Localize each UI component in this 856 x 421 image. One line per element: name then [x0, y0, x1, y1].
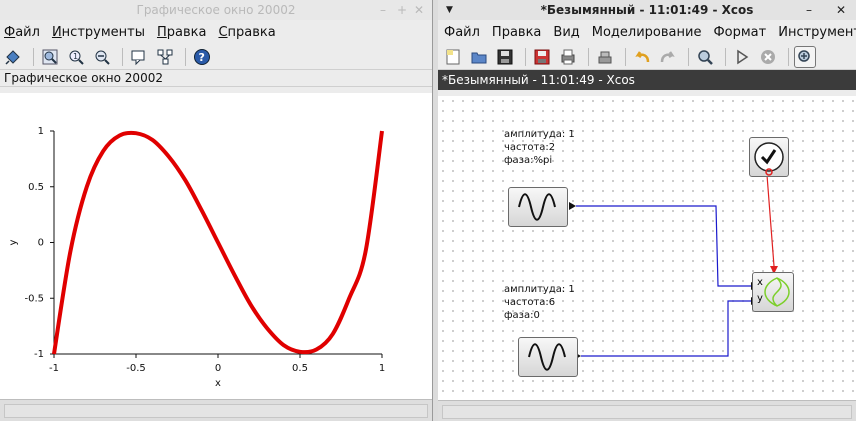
undo-arrow-icon[interactable]: [631, 46, 653, 68]
gen1-params: амплитуда: 1 частота:2 фаза:%pi: [504, 128, 575, 167]
y-tick-label: -0.5: [24, 293, 44, 304]
plot-area[interactable]: -1 -0.5 0 0.5 1 -1 -0.5 0 0.5 1 x y: [0, 93, 432, 399]
status-bar: [438, 400, 856, 421]
gen1-amplitude: амплитуда: 1: [504, 129, 575, 140]
menu-tools[interactable]: Инструменты: [52, 25, 145, 40]
zoom-out-icon[interactable]: [91, 46, 113, 68]
gen2-phase: фаза:0: [504, 310, 540, 321]
sine-generator-block-2[interactable]: [518, 337, 578, 377]
graphic-window-label: Графическое окно 20002: [0, 70, 432, 87]
link-gen2-to-scope-y: [581, 300, 751, 357]
stop-icon[interactable]: [757, 46, 779, 68]
help-icon[interactable]: ?: [191, 46, 213, 68]
series-line: [52, 130, 384, 355]
gen1-phase: фаза:%pi: [504, 155, 553, 166]
open-icon[interactable]: [468, 46, 490, 68]
window-title: *Безымянный - 11:01:49 - Xcos: [540, 3, 754, 17]
event-link: [766, 174, 775, 267]
graphic-window: Графическое окно 20002 – + ✕ Файл Инстру…: [0, 0, 433, 421]
xcos-window-titlebar: ▼ *Безымянный - 11:01:49 - Xcos – ✕: [438, 0, 856, 20]
maximize-button[interactable]: +: [397, 3, 407, 17]
menu-view[interactable]: Вид: [553, 25, 579, 40]
datatip-icon[interactable]: [128, 46, 150, 68]
sine-wave-icon: [518, 193, 556, 221]
x-tick-label: 1: [379, 363, 385, 374]
gen1-frequency: частота:2: [504, 142, 556, 153]
diagram-tab-label: *Безымянный - 11:01:49 - Xcos: [438, 70, 856, 90]
save-as-icon[interactable]: [531, 46, 553, 68]
links-layer: [569, 174, 778, 360]
status-field: [442, 405, 852, 419]
gen2-params: амплитуда: 1 частота:6 фаза:0: [504, 283, 575, 322]
minimize-button[interactable]: –: [806, 3, 812, 17]
diagram-canvas[interactable]: амплитуда: 1 частота:2 фаза:%pi амплитуд…: [438, 96, 856, 400]
zoom-fit-icon[interactable]: 1: [65, 46, 87, 68]
y-tick-label: 1: [38, 126, 44, 137]
sine-generator-block-1[interactable]: [508, 187, 568, 227]
zoom-fit-icon[interactable]: [794, 45, 816, 68]
edit-plot-icon[interactable]: [154, 46, 176, 68]
window-title: Графическое окно 20002: [136, 3, 296, 17]
x-tick-label: -0.5: [126, 363, 146, 374]
x-tick-label: -1: [49, 363, 59, 374]
clock-icon: [754, 142, 784, 176]
redo-icon[interactable]: [657, 46, 679, 68]
menu-edit[interactable]: Правка: [157, 25, 206, 40]
new-icon[interactable]: [442, 46, 464, 68]
gen2-frequency: частота:6: [504, 297, 556, 308]
plot-toolbar: 1 ?: [0, 44, 432, 70]
menu-edit[interactable]: Правка: [492, 25, 541, 40]
gen1-output-port: [569, 202, 576, 210]
menu-help[interactable]: Справка: [218, 25, 275, 40]
y-tick-label: 0.5: [28, 182, 44, 193]
y-tick-label: -1: [34, 349, 44, 360]
clock-block[interactable]: [749, 137, 789, 177]
menu-format[interactable]: Формат: [713, 25, 766, 40]
y-axis-label: y: [8, 239, 19, 245]
minimize-button[interactable]: –: [380, 3, 386, 17]
graphic-window-titlebar: Графическое окно 20002 – + ✕: [0, 0, 432, 20]
gen2-amplitude: амплитуда: 1: [504, 284, 575, 295]
menu-file[interactable]: Файл: [4, 25, 40, 40]
scope-xy-block[interactable]: x y: [752, 272, 794, 312]
rotate-icon[interactable]: [2, 46, 24, 68]
start-icon[interactable]: [731, 46, 753, 68]
menu-bar: Файл Инструменты Правка Справка: [0, 20, 432, 44]
undo-icon[interactable]: [594, 46, 616, 68]
x-tick-label: 0.5: [292, 363, 308, 374]
xcos-window: ▼ *Безымянный - 11:01:49 - Xcos – ✕ Файл…: [438, 0, 856, 421]
sine-wave-icon: [528, 343, 566, 371]
status-bar: [0, 399, 432, 421]
zoom-in-icon[interactable]: [39, 46, 61, 68]
zoom-icon[interactable]: [694, 46, 716, 68]
status-field: [4, 404, 428, 418]
lissajous-icon: [764, 277, 790, 307]
sine-plot: -1 -0.5 0 0.5 1 -1 -0.5 0 0.5 1 x y: [8, 126, 385, 389]
close-button[interactable]: ✕: [836, 3, 846, 17]
menu-bar: Файл Правка Вид Моделирование Формат Инс…: [438, 20, 856, 44]
svg-text:?: ?: [199, 51, 205, 64]
xcos-toolbar: [438, 44, 856, 70]
link-gen1-to-scope-x: [576, 205, 751, 287]
svg-text:1: 1: [73, 52, 78, 61]
save-icon[interactable]: [494, 46, 516, 68]
menu-tools[interactable]: Инструменты: [778, 25, 856, 40]
close-button[interactable]: ✕: [414, 3, 424, 17]
x-axis-label: x: [215, 378, 221, 389]
print-icon[interactable]: [557, 46, 579, 68]
x-tick-label: 0: [215, 363, 221, 374]
menu-file[interactable]: Файл: [444, 25, 480, 40]
y-tick-label: 0: [38, 238, 44, 249]
menu-simulation[interactable]: Моделирование: [592, 25, 702, 40]
